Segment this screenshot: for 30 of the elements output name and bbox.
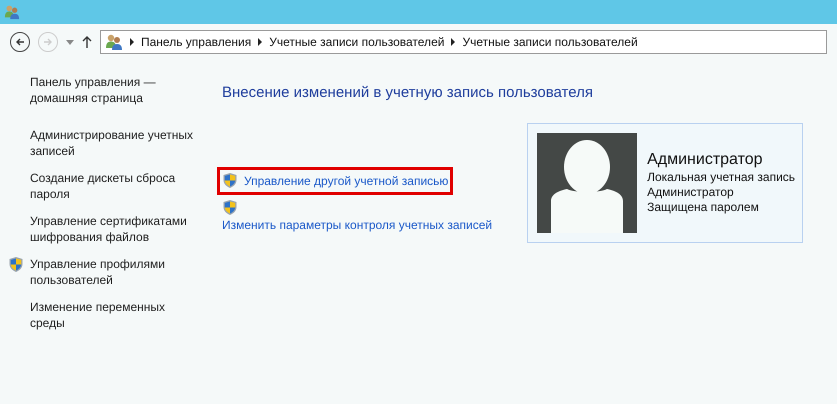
- arrow-left-icon: [15, 37, 25, 47]
- sidebar-link[interactable]: Создание дискеты сброса пароля: [30, 170, 200, 202]
- task-link[interactable]: Управление другой учетной записью: [244, 172, 448, 190]
- users-icon: [4, 4, 20, 20]
- shield-icon: [222, 172, 238, 189]
- back-button[interactable]: [10, 32, 30, 52]
- users-icon: [105, 33, 123, 51]
- breadcrumb[interactable]: Панель управления: [141, 33, 252, 51]
- breadcrumb[interactable]: Учетные записи пользователей: [269, 33, 444, 51]
- arrow-right-icon: [43, 37, 53, 47]
- account-detail: Локальная учетная запись: [647, 170, 796, 185]
- arrow-up-icon[interactable]: [82, 36, 92, 48]
- account-detail: Защищена паролем: [647, 200, 760, 215]
- account-detail: Администратор: [647, 185, 735, 200]
- chevron-right-icon: [257, 38, 264, 46]
- chevron-right-icon: [129, 38, 135, 46]
- sidebar-link[interactable]: Управление сертификатами шифрования файлов: [30, 213, 200, 245]
- address-bar[interactable]: Панель управления Учетные записи пользователей Учетные записи пользователей: [100, 30, 827, 54]
- chevron-right-icon: [450, 38, 456, 46]
- shield-icon: [222, 198, 238, 216]
- breadcrumb[interactable]: Учетные записи пользователей: [462, 33, 638, 51]
- sidebar-link[interactable]: Изменение переменных среды: [30, 299, 200, 331]
- sidebar-link[interactable]: Панель управления — домашняя страница: [30, 74, 200, 106]
- dropdown-icon[interactable]: [66, 40, 74, 44]
- sidebar-link[interactable]: Управление профилями пользователей: [30, 256, 200, 288]
- account-name: Администратор: [647, 150, 764, 170]
- shield-icon: [8, 256, 24, 273]
- task-link[interactable]: Изменить параметры контроля учетных записей: [222, 216, 492, 234]
- sidebar-link[interactable]: Администрирование учетных записей: [30, 127, 200, 159]
- page-heading: Внесение изменений в учетную запись пользователя: [222, 83, 594, 103]
